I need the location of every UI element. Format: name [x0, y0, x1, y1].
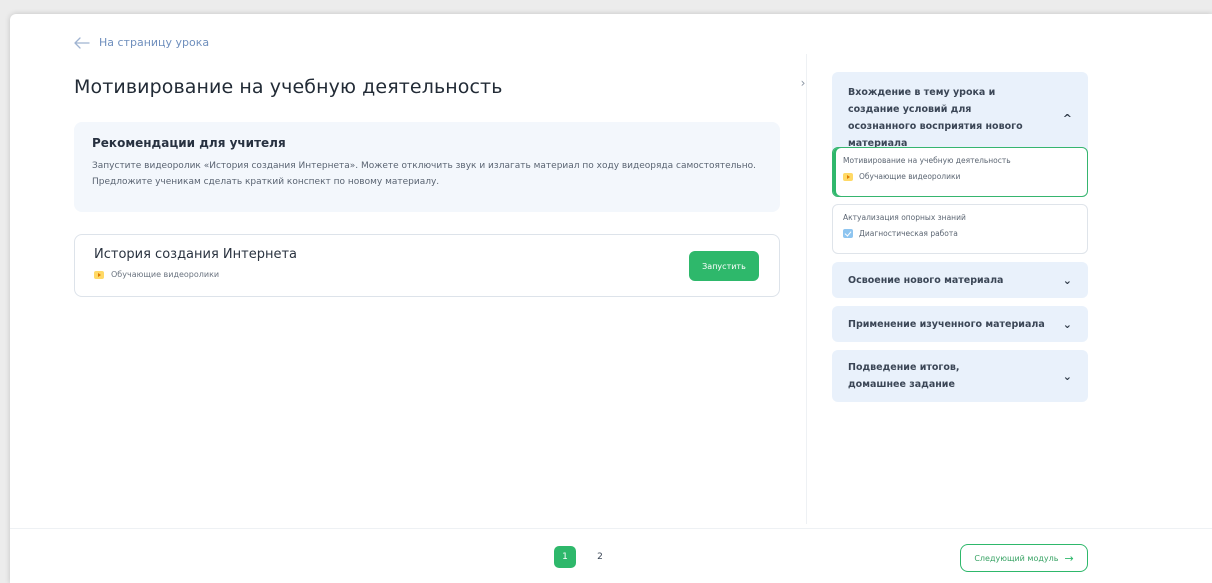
pagination: 1 2 [554, 546, 611, 568]
next-module-button[interactable]: Следующий модуль → [960, 544, 1088, 572]
arrow-left-icon [74, 36, 90, 49]
resource-title: История создания Интернета [94, 247, 298, 262]
sidebar-item-title: Мотивирование на учебную деятельность [843, 156, 1011, 165]
back-to-lesson-link[interactable]: На страницу урока [74, 36, 209, 49]
sidebar-section-summary[interactable]: Подведение итогов, домашнее задание ⌄ [832, 350, 1088, 402]
sidebar-divider [806, 54, 807, 524]
chevron-down-icon: ⌄ [1062, 369, 1072, 383]
chevron-right-icon[interactable]: › [796, 76, 810, 90]
arrow-right-icon: → [1064, 551, 1074, 565]
page-button-2[interactable]: 2 [589, 546, 611, 568]
section-title: Вхождение в тему урока и создание услови… [848, 87, 1023, 149]
resource-type: Обучающие видеоролики [94, 270, 760, 279]
sidebar-item-meta: Обучающие видеоролики [843, 172, 1077, 181]
video-icon [843, 172, 853, 181]
recommendations-title: Рекомендации для учителя [92, 136, 286, 150]
chevron-up-icon: ^ [1062, 111, 1072, 125]
app-window: На страницу урока Мотивирование на учебн… [10, 14, 1212, 583]
resource-type-label: Обучающие видеоролики [111, 270, 220, 279]
sidebar-item-motivation[interactable]: Мотивирование на учебную деятельность Об… [832, 147, 1088, 197]
page-button-1[interactable]: 1 [554, 546, 576, 568]
sidebar-section-application[interactable]: Применение изученного материала ⌄ [832, 306, 1088, 342]
resource-card: История создания Интернета Обучающие вид… [74, 234, 780, 297]
section-title: Применение изученного материала [848, 318, 1045, 330]
chevron-down-icon: ⌄ [1062, 273, 1072, 287]
next-module-label: Следующий модуль [974, 553, 1059, 563]
launch-button[interactable]: Запустить [689, 251, 759, 281]
sidebar-item-type: Диагностическая работа [859, 229, 958, 238]
chevron-down-icon: ⌄ [1062, 317, 1072, 331]
page-title: Мотивирование на учебную деятельность [74, 76, 503, 98]
sidebar-item-meta: Диагностическая работа [843, 229, 1077, 238]
diagnostic-icon [843, 229, 853, 238]
section-title: Подведение итогов, домашнее задание [848, 362, 960, 390]
section-title: Освоение нового материала [848, 274, 1004, 286]
sidebar-section-new-material[interactable]: Освоение нового материала ⌄ [832, 262, 1088, 298]
sidebar-item-type: Обучающие видеоролики [859, 172, 961, 181]
footer-divider [10, 528, 1212, 529]
recommendations-text: Запустите видеоролик «История создания И… [92, 161, 756, 187]
back-link-label: На страницу урока [99, 36, 210, 49]
sidebar-item-actualization[interactable]: Актуализация опорных знаний Диагностичес… [832, 204, 1088, 254]
teacher-recommendations: Рекомендации для учителя Запустите видео… [74, 122, 780, 212]
sidebar-item-title: Актуализация опорных знаний [843, 213, 966, 222]
video-icon [94, 270, 104, 279]
